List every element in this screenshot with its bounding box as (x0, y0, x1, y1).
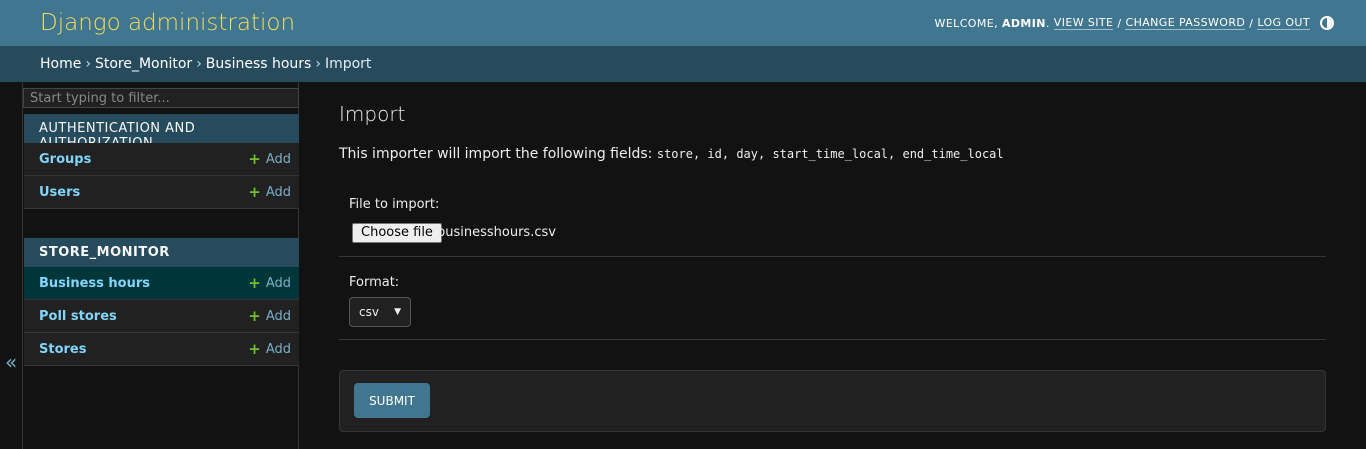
plus-icon: + (248, 182, 261, 201)
sidebar: AUTHENTICATION AND AUTHORIZATION Groups … (23, 82, 299, 449)
choose-file-button[interactable]: Choose file (352, 223, 442, 243)
username: ADMIN (1001, 16, 1046, 30)
separator: / (1249, 16, 1254, 30)
view-site-link[interactable]: VIEW SITE (1053, 16, 1114, 30)
sidebar-item-business-hours: Business hours + Add (24, 267, 299, 300)
model-link-stores[interactable]: Stores (39, 342, 86, 357)
site-branding[interactable]: Django administration (40, 10, 295, 36)
format-row: Format: csv ▼ (339, 257, 1326, 340)
format-selected-value: csv (359, 305, 379, 319)
sidebar-item-poll-stores: Poll stores + Add (24, 300, 299, 333)
plus-icon: + (248, 306, 261, 325)
plus-icon: + (248, 273, 261, 292)
chevron-down-icon: ▼ (394, 307, 401, 317)
model-link-users[interactable]: Users (39, 185, 80, 200)
model-link-groups[interactable]: Groups (39, 152, 91, 167)
format-select[interactable]: csv ▼ (349, 297, 411, 327)
add-label: Add (265, 341, 291, 357)
user-tools: WELCOME, ADMIN . VIEW SITE / CHANGE PASS… (935, 16, 1334, 30)
sidebar-filter-input[interactable] (23, 88, 299, 108)
plus-icon: + (248, 339, 261, 358)
selected-file-name: businesshours.csv (437, 225, 556, 240)
intro-text: This importer will import the following … (339, 146, 653, 162)
import-intro: This importer will import the following … (339, 146, 1004, 162)
add-business-hours-button[interactable]: + Add (248, 273, 291, 292)
page-title: Import (339, 102, 406, 126)
breadcrumb: Home › Store_Monitor › Business hours › … (0, 46, 1366, 82)
module-caption-store-monitor[interactable]: STORE_MONITOR (24, 238, 299, 267)
welcome-punct: . (1045, 16, 1050, 30)
add-label: Add (265, 275, 291, 291)
sidebar-toggle[interactable]: « (0, 82, 23, 449)
submit-row: SUBMIT (339, 370, 1326, 432)
header: Django administration WELCOME, ADMIN . V… (0, 0, 1366, 46)
theme-toggle-icon[interactable] (1320, 16, 1334, 30)
breadcrumb-arrow: › (315, 56, 321, 72)
breadcrumb-business-hours[interactable]: Business hours (206, 56, 312, 72)
plus-icon: + (248, 149, 261, 168)
breadcrumb-arrow: › (85, 56, 91, 72)
file-import-label: File to import: (349, 197, 440, 212)
welcome-text: WELCOME, (934, 16, 998, 30)
breadcrumb-store-monitor[interactable]: Store_Monitor (95, 56, 192, 72)
sidebar-item-groups: Groups + Add (24, 143, 299, 176)
breadcrumb-arrow: › (196, 56, 202, 72)
submit-button[interactable]: SUBMIT (354, 383, 430, 418)
add-stores-button[interactable]: + Add (248, 339, 291, 358)
log-out-link[interactable]: LOG OUT (1257, 16, 1310, 30)
format-label: Format: (349, 275, 400, 290)
sidebar-item-users: Users + Add (24, 176, 299, 209)
import-fields: store, id, day, start_time_local, end_ti… (656, 147, 1004, 161)
add-groups-button[interactable]: + Add (248, 149, 291, 168)
change-password-link[interactable]: CHANGE PASSWORD (1125, 16, 1246, 30)
breadcrumb-home[interactable]: Home (40, 56, 81, 72)
module-caption-auth[interactable]: AUTHENTICATION AND AUTHORIZATION (24, 114, 299, 151)
sidebar-item-stores: Stores + Add (24, 333, 299, 366)
model-link-business-hours[interactable]: Business hours (39, 276, 150, 291)
file-import-row: File to import: Choose file businesshour… (339, 188, 1326, 257)
breadcrumb-current: Import (324, 56, 372, 72)
add-users-button[interactable]: + Add (248, 182, 291, 201)
main-content: Import This importer will import the fol… (299, 82, 1366, 449)
add-poll-stores-button[interactable]: + Add (248, 306, 291, 325)
model-link-poll-stores[interactable]: Poll stores (39, 309, 117, 324)
add-label: Add (265, 151, 291, 167)
collapse-icon[interactable]: « (5, 350, 17, 374)
add-label: Add (265, 184, 291, 200)
add-label: Add (265, 308, 291, 324)
separator: / (1117, 16, 1122, 30)
